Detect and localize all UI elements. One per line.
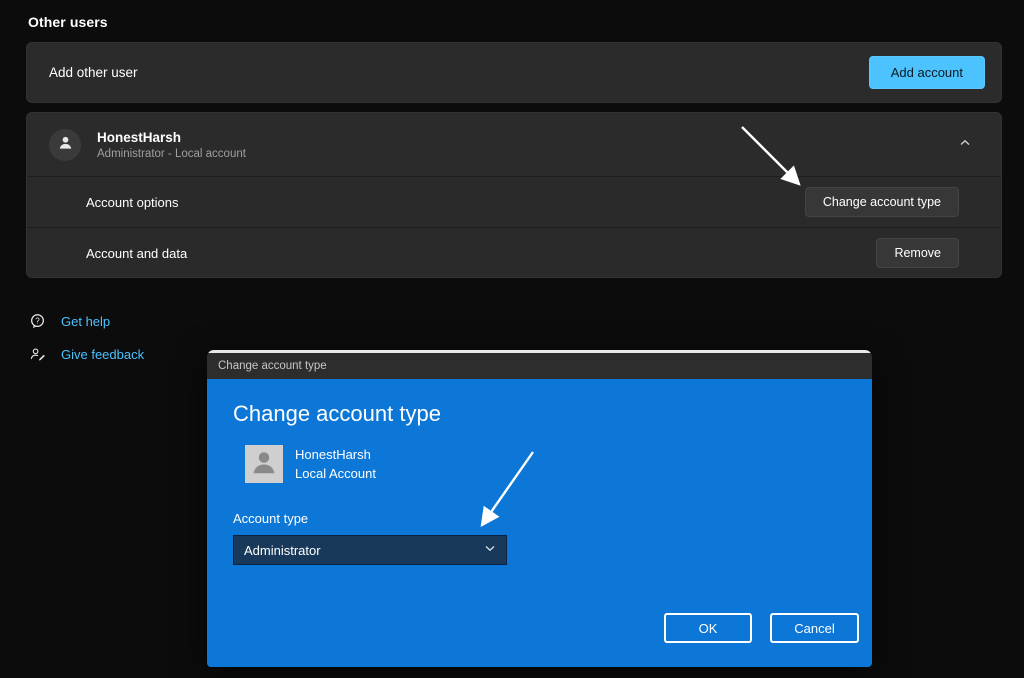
account-options-label: Account options	[86, 195, 179, 210]
feedback-icon	[28, 346, 46, 363]
get-help-label: Get help	[61, 314, 110, 329]
dialog-body: Change account type HonestHarsh Local Ac…	[207, 379, 872, 667]
account-data-row: Account and data Remove	[27, 227, 1001, 278]
change-account-type-dialog: Change account type Change account type …	[207, 350, 872, 667]
change-account-type-button[interactable]: Change account type	[805, 187, 959, 217]
account-data-label: Account and data	[86, 246, 187, 261]
dialog-heading: Change account type	[233, 401, 441, 427]
user-subtitle: Administrator - Local account	[97, 148, 246, 160]
account-type-label: Account type	[233, 511, 308, 526]
remove-button[interactable]: Remove	[876, 238, 959, 268]
get-help-link[interactable]: ? Get help	[28, 310, 144, 332]
give-feedback-link[interactable]: Give feedback	[28, 343, 144, 365]
dialog-user-name: HonestHarsh	[295, 447, 371, 462]
person-icon	[249, 447, 279, 482]
ok-button[interactable]: OK	[664, 613, 752, 643]
cancel-button[interactable]: Cancel	[770, 613, 859, 643]
add-account-button[interactable]: Add account	[869, 56, 985, 89]
account-options-row: Account options Change account type	[27, 176, 1001, 227]
person-icon	[57, 134, 74, 156]
chevron-up-icon	[959, 137, 971, 152]
user-info: HonestHarsh Administrator - Local accoun…	[97, 130, 246, 160]
footer-links: ? Get help Give feedback	[28, 310, 144, 376]
user-avatar	[49, 129, 81, 161]
dialog-titlebar[interactable]: Change account type	[207, 353, 872, 379]
collapse-button[interactable]	[951, 133, 979, 156]
user-card-header[interactable]: HonestHarsh Administrator - Local accoun…	[27, 113, 1001, 176]
user-card: HonestHarsh Administrator - Local accoun…	[26, 112, 1002, 278]
chevron-down-icon	[484, 541, 496, 559]
dialog-user-avatar	[245, 445, 283, 483]
account-type-dropdown[interactable]: Administrator	[233, 535, 507, 565]
svg-text:?: ?	[35, 316, 40, 325]
user-name: HonestHarsh	[97, 130, 246, 145]
dialog-user-type: Local Account	[295, 466, 376, 481]
add-user-label: Add other user	[49, 65, 138, 80]
give-feedback-label: Give feedback	[61, 347, 144, 362]
add-user-card: Add other user Add account	[26, 42, 1002, 103]
section-title: Other users	[28, 14, 108, 30]
help-icon: ?	[28, 313, 46, 330]
dropdown-selected-value: Administrator	[244, 543, 321, 558]
